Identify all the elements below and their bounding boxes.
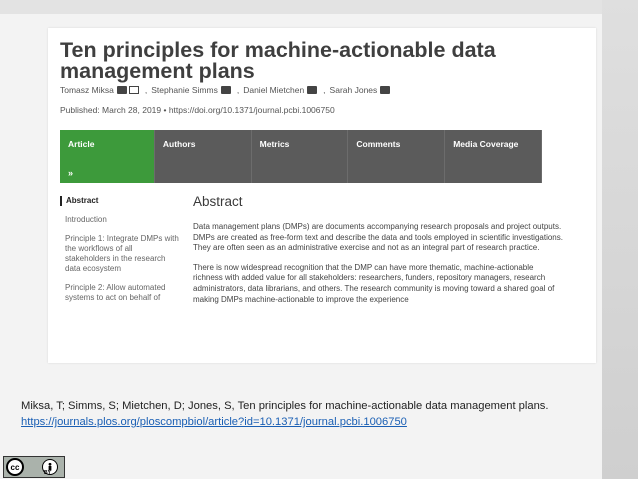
citation-link[interactable]: https://journals.plos.org/ploscompbiol/a… <box>21 416 407 428</box>
orcid-icon[interactable] <box>220 86 231 94</box>
author-list: Tomasz Miksa , Stephanie Simms , Daniel … <box>60 85 396 95</box>
author[interactable]: Daniel Mietchen <box>243 85 318 95</box>
chevron-down-icon[interactable]: » <box>68 168 73 178</box>
slide-top-band <box>0 0 638 14</box>
abstract-paragraph: Data management plans (DMPs) are documen… <box>193 222 563 253</box>
tab-authors[interactable]: Authors <box>155 130 252 183</box>
sidebar-fade <box>60 300 180 310</box>
publication-info: Published: March 28, 2019 • https://doi.… <box>60 105 335 115</box>
sidebar-item-introduction[interactable]: Introduction <box>60 215 180 225</box>
separator: , <box>236 85 240 95</box>
orcid-icon[interactable] <box>116 86 127 94</box>
separator: , <box>323 85 326 95</box>
citation-text: Miksa, T; Simms, S; Mietchen, D; Jones, … <box>21 400 549 412</box>
sidebar-item-abstract[interactable]: Abstract <box>60 196 180 206</box>
tab-article[interactable]: Article » <box>60 130 155 183</box>
orcid-icon[interactable] <box>380 86 391 94</box>
author[interactable]: Sarah Jones <box>330 85 391 95</box>
abstract-paragraph: There is now widespread recognition that… <box>193 262 555 304</box>
cc-icon: cc <box>6 458 24 476</box>
email-icon[interactable] <box>128 86 139 94</box>
separator: , <box>144 85 148 95</box>
article-screenshot: Ten principles for machine-actionable da… <box>48 28 596 363</box>
abstract-heading: Abstract <box>193 194 243 209</box>
citation-caption: Miksa, T; Simms, S; Mietchen, D; Jones, … <box>21 398 621 430</box>
author[interactable]: Stephanie Simms <box>151 85 231 95</box>
abstract-body: Data management plans (DMPs) are documen… <box>193 222 565 314</box>
article-title: Ten principles for machine-actionable da… <box>60 38 496 83</box>
orcid-icon[interactable] <box>307 86 318 94</box>
article-tabs: Article » Authors Metrics Comments Media… <box>60 130 542 183</box>
author[interactable]: Tomasz Miksa <box>60 85 139 95</box>
tab-metrics[interactable]: Metrics <box>252 130 349 183</box>
cc-by-license-badge[interactable]: cc <box>3 456 65 478</box>
section-nav: Abstract Introduction Principle 1: Integ… <box>60 196 180 310</box>
sidebar-item-principle-1[interactable]: Principle 1: Integrate DMPs with the wor… <box>60 234 180 274</box>
license-by-label: BY <box>44 470 51 476</box>
tab-comments[interactable]: Comments <box>348 130 446 183</box>
tab-media-coverage[interactable]: Media Coverage <box>445 130 542 183</box>
